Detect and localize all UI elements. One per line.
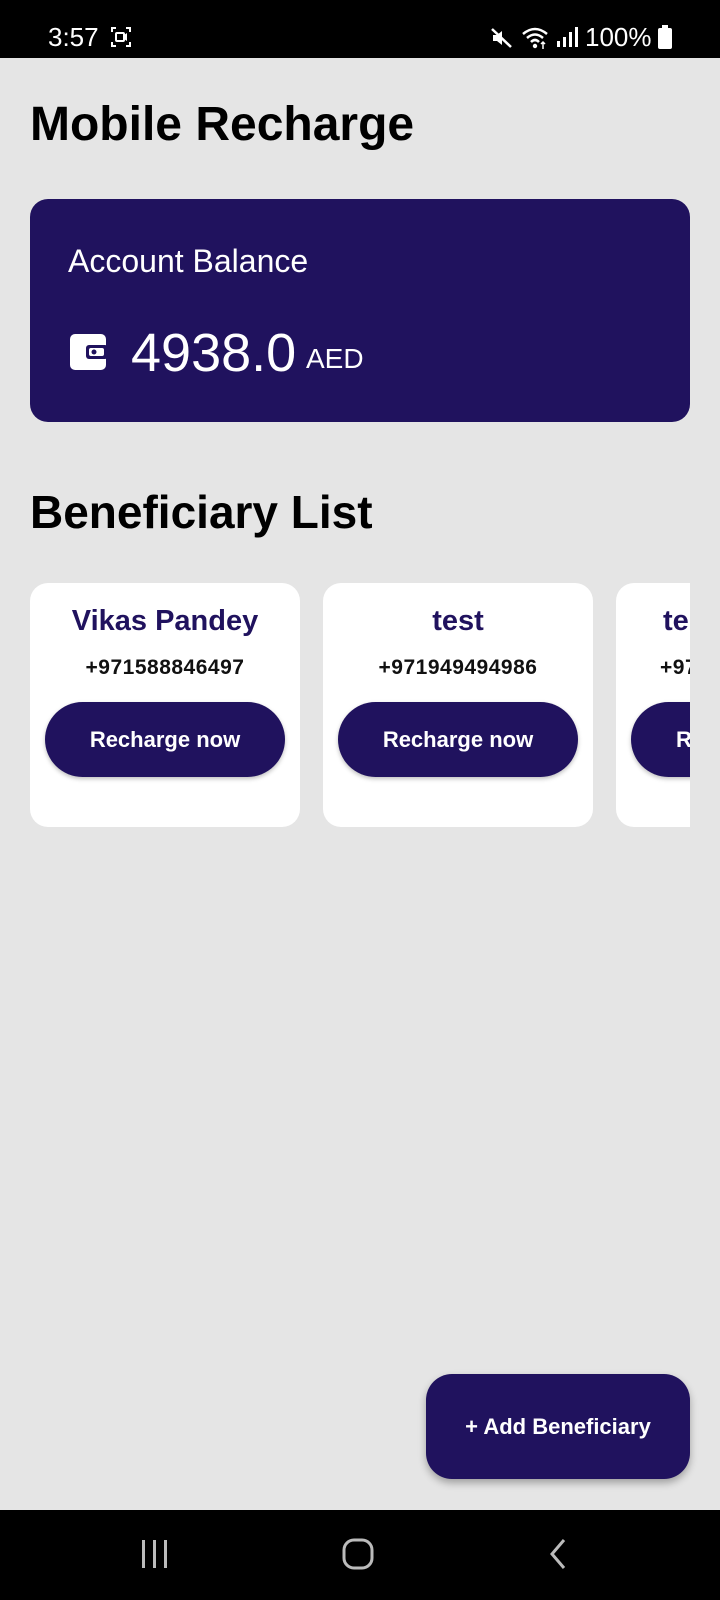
- recharge-now-button[interactable]: Recharge now: [338, 702, 578, 777]
- screen: 3:57 100% Mobile Recharge Account Balanc…: [0, 0, 720, 1600]
- status-time: 3:57: [48, 22, 99, 52]
- beneficiary-list-title: Beneficiary List: [30, 486, 373, 538]
- beneficiary-card[interactable]: test +971949494986 Recharge now: [323, 583, 593, 827]
- screen-record-icon: [110, 26, 132, 53]
- beneficiary-card[interactable]: Vikas Pandey +971588846497 Recharge now: [30, 583, 300, 827]
- battery-icon: [658, 25, 672, 54]
- page-title: Mobile Recharge: [30, 98, 415, 151]
- recharge-now-button[interactable]: Recharge now: [45, 702, 285, 777]
- status-bar: 3:57 100%: [0, 0, 720, 58]
- battery-percentage: 100%: [585, 22, 652, 52]
- wifi-icon: [521, 26, 549, 55]
- beneficiary-phone: +97: [660, 656, 690, 679]
- wallet-icon: [70, 334, 108, 375]
- beneficiary-name: Vikas Pandey: [71, 605, 259, 637]
- back-icon[interactable]: [548, 1538, 570, 1575]
- balance-amount: 4938.0: [131, 323, 297, 383]
- beneficiary-name: test: [432, 605, 484, 637]
- beneficiary-phone: +971588846497: [85, 656, 245, 679]
- beneficiary-name: te: [663, 605, 689, 637]
- balance-card: Account Balance 4938.0 AED: [30, 199, 690, 422]
- add-beneficiary-button[interactable]: + Add Beneficiary: [426, 1374, 690, 1479]
- home-icon[interactable]: [342, 1538, 374, 1575]
- balance-currency: AED: [306, 343, 364, 374]
- mute-icon: [490, 26, 514, 55]
- signal-icon: [556, 26, 578, 53]
- balance-label: Account Balance: [68, 243, 309, 279]
- recharge-now-button[interactable]: R: [631, 702, 690, 777]
- navigation-bar: [0, 1510, 720, 1600]
- beneficiary-card[interactable]: te +97 R: [616, 583, 690, 827]
- beneficiary-phone: +971949494986: [378, 656, 538, 679]
- beneficiary-list[interactable]: Vikas Pandey +971588846497 Recharge now …: [30, 583, 690, 828]
- recent-apps-icon[interactable]: [140, 1538, 170, 1575]
